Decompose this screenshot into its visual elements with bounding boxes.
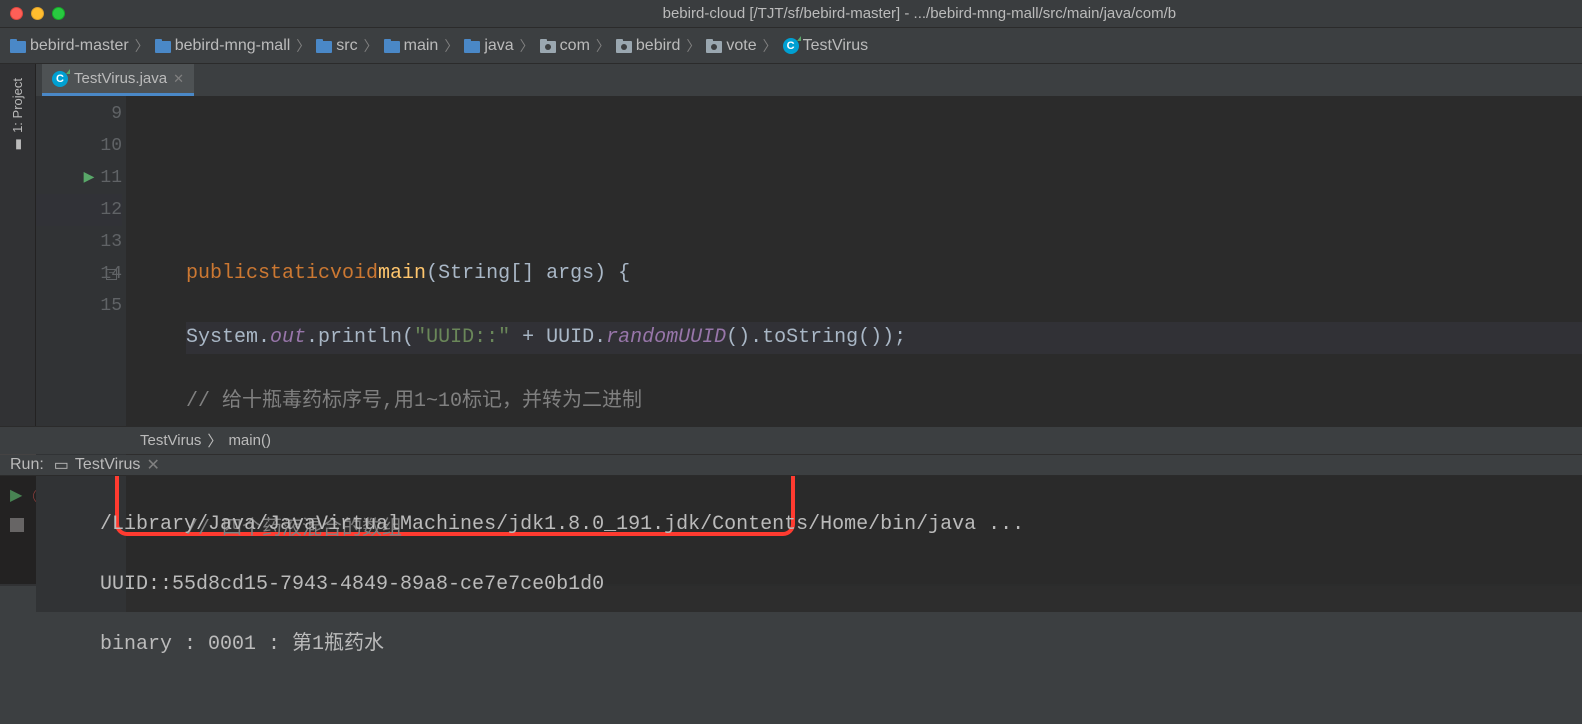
chevron-right-icon: 〉 xyxy=(207,430,222,451)
close-tab-icon[interactable]: ✕ xyxy=(146,455,159,475)
breadcrumb-item[interactable]: bebird xyxy=(616,37,680,55)
package-icon xyxy=(616,39,632,53)
fold-icon[interactable]: − xyxy=(106,269,117,280)
editor-tabs: C TestVirus.java ✕ xyxy=(36,64,1582,96)
chevron-right-icon: 〉 xyxy=(296,36,310,56)
close-tab-icon[interactable]: ✕ xyxy=(173,71,184,87)
folder-icon xyxy=(155,39,171,53)
code-text: System. xyxy=(186,322,270,354)
folder-icon xyxy=(464,39,480,53)
line-number: 13 xyxy=(100,226,122,258)
package-icon xyxy=(706,39,722,53)
tab-label: TestVirus.java xyxy=(74,70,167,87)
folder-icon xyxy=(384,39,400,53)
line-number: 9 xyxy=(111,98,122,130)
window-title: bebird-cloud [/TJT/sf/bebird-master] - .… xyxy=(663,5,1177,22)
tool-sidebar: ▮ 1: Project xyxy=(0,64,36,426)
breadcrumb-item[interactable]: C TestVirus xyxy=(783,37,869,55)
keyword: static xyxy=(258,258,330,290)
zoom-window-button[interactable] xyxy=(52,7,65,20)
rerun-icon[interactable]: ▶ xyxy=(10,485,22,505)
chevron-right-icon: 〉 xyxy=(520,36,534,56)
code-text: + UUID. xyxy=(510,322,606,354)
stop-icon[interactable] xyxy=(10,518,24,532)
breadcrumb-label: java xyxy=(484,37,513,55)
structure-method[interactable]: main() xyxy=(228,432,271,449)
run-tab-label: TestVirus xyxy=(75,456,141,474)
package-icon xyxy=(540,39,556,53)
chevron-right-icon: 〉 xyxy=(686,36,700,56)
line-number: 15 xyxy=(100,290,122,322)
project-tool-button[interactable]: ▮ 1: Project xyxy=(10,72,25,158)
breadcrumb-label: vote xyxy=(726,37,756,55)
breadcrumb-item[interactable]: vote xyxy=(706,37,756,55)
chevron-right-icon: 〉 xyxy=(444,36,458,56)
method: main xyxy=(378,258,426,290)
run-label: Run: xyxy=(10,456,44,474)
breadcrumb-item[interactable]: bebird-master xyxy=(10,37,129,55)
breadcrumb-item[interactable]: main xyxy=(384,37,439,55)
chevron-right-icon: 〉 xyxy=(596,36,610,56)
class-icon: C xyxy=(52,71,68,87)
application-icon: ▭ xyxy=(54,455,69,475)
console-line: binary : 0001 : 第1瓶药水 xyxy=(100,630,1572,660)
structure-class[interactable]: TestVirus xyxy=(140,432,201,449)
breadcrumb-label: bebird-master xyxy=(30,37,129,55)
folder-icon: ▮ xyxy=(10,137,25,152)
console-line: /Library/Java/JavaVirtualMachines/jdk1.8… xyxy=(100,510,1572,540)
editor-tab[interactable]: C TestVirus.java ✕ xyxy=(42,64,194,96)
editor-area: C TestVirus.java ✕ 9 10 ▶11 12 13 14 15 … xyxy=(36,64,1582,426)
chevron-right-icon: 〉 xyxy=(763,36,777,56)
keyword: void xyxy=(330,258,378,290)
structure-breadcrumb: TestVirus 〉 main() xyxy=(0,426,1582,454)
line-number: 10 xyxy=(100,130,122,162)
close-window-button[interactable] xyxy=(10,7,23,20)
console-line: UUID::55d8cd15-7943-4849-89a8-ce7e7ce0b1… xyxy=(100,570,1572,600)
navigation-breadcrumb: bebird-master 〉 bebird-mng-mall 〉 src 〉 … xyxy=(0,28,1582,64)
sidebar-label: 1: Project xyxy=(10,78,25,133)
breadcrumb-label: main xyxy=(404,37,439,55)
line-number: 12 xyxy=(100,194,122,226)
folder-icon xyxy=(316,39,332,53)
keyword: public xyxy=(186,258,258,290)
field: out xyxy=(270,322,306,354)
window-controls xyxy=(10,7,65,20)
line-number: 11 xyxy=(100,162,122,194)
code-text: ().toString()); xyxy=(726,322,906,354)
minimize-window-button[interactable] xyxy=(31,7,44,20)
chevron-right-icon: 〉 xyxy=(364,36,378,56)
breadcrumb-label: bebird-mng-mall xyxy=(175,37,291,55)
code-text: .println( xyxy=(306,322,414,354)
run-gutter-icon[interactable]: ▶ xyxy=(84,162,95,194)
breadcrumb-label: bebird xyxy=(636,37,680,55)
breadcrumb-label: TestVirus xyxy=(803,37,869,55)
breadcrumb-item[interactable]: src xyxy=(316,37,357,55)
run-config-tab[interactable]: ▭ TestVirus ✕ xyxy=(54,455,160,475)
code-text: (String[] args) { xyxy=(426,258,630,290)
breadcrumb-label: com xyxy=(560,37,590,55)
method-italic: randomUUID xyxy=(606,322,726,354)
comment: // 给十瓶毒药标序号,用1~10标记，并转为二进制 xyxy=(186,386,642,418)
window-titlebar: bebird-cloud [/TJT/sf/bebird-master] - .… xyxy=(0,0,1582,28)
breadcrumb-label: src xyxy=(336,37,357,55)
breadcrumb-item[interactable]: bebird-mng-mall xyxy=(155,37,291,55)
console-output[interactable]: /Library/Java/JavaVirtualMachines/jdk1.8… xyxy=(90,476,1582,724)
string: "UUID::" xyxy=(414,322,510,354)
run-tool-window: Run: ▭ TestVirus ✕ ▶ ⦿ ↑ /Library/Java/J… xyxy=(0,454,1582,584)
breadcrumb-item[interactable]: com xyxy=(540,37,590,55)
folder-icon xyxy=(10,39,26,53)
breadcrumb-item[interactable]: java xyxy=(464,37,513,55)
class-icon: C xyxy=(783,38,799,54)
chevron-right-icon: 〉 xyxy=(135,36,149,56)
run-header: Run: ▭ TestVirus ✕ xyxy=(0,455,1582,476)
